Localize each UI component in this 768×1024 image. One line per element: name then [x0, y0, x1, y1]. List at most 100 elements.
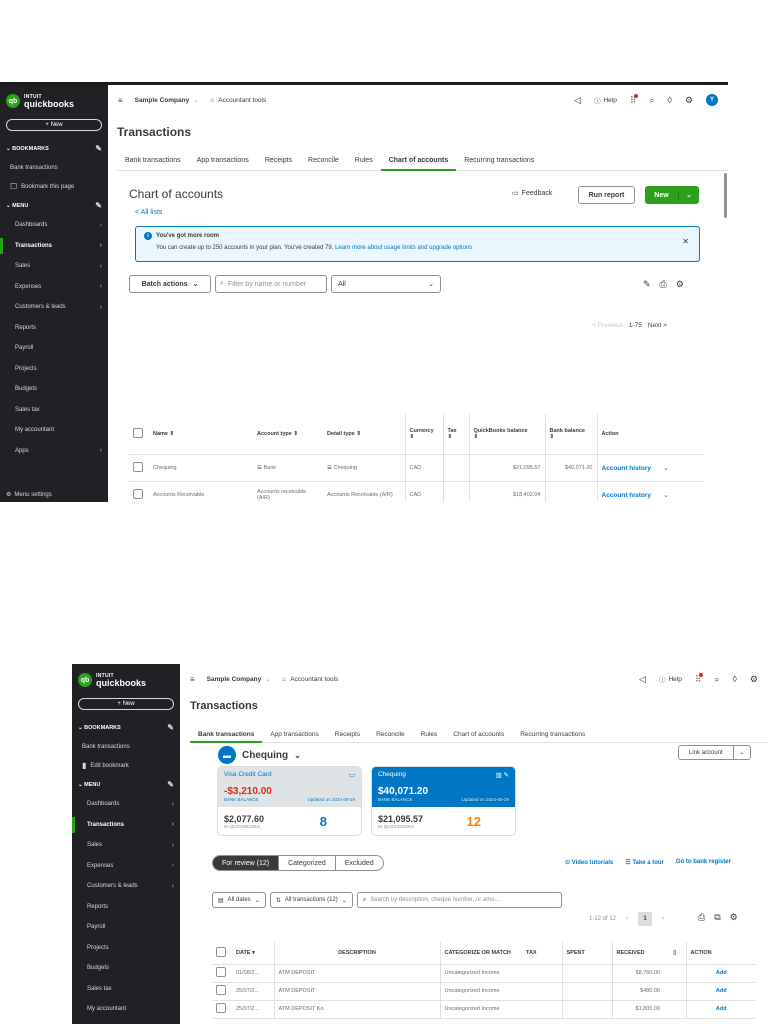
accountant-tools-button[interactable]: ⌂ Accountant tools [282, 676, 338, 683]
tab-chart-of-accounts[interactable]: Chart of accounts [445, 727, 512, 742]
help-button[interactable]: ⓘ Help [659, 674, 682, 685]
sidebar-item-transactions[interactable]: Transactions › [72, 815, 180, 836]
sidebar-item-reports[interactable]: Reports [0, 318, 108, 339]
transaction-filter[interactable]: ⇅ All transactions (12) ⌄ [269, 892, 353, 908]
sidebar-item-transactions[interactable]: Transactions › [0, 236, 108, 257]
sidebar-item-budgets[interactable]: Budgets [72, 958, 180, 979]
take-a-tour-link[interactable]: ☰ Take a tour [625, 859, 664, 866]
sidebar-item-my-accountant[interactable]: My accountant [0, 420, 108, 441]
column-header[interactable]: DATE ▾ [232, 942, 274, 965]
add-button[interactable]: Add [716, 1006, 727, 1012]
sidebar-item-budgets[interactable]: Budgets [0, 379, 108, 400]
column-header[interactable]: Tax ⇕ [442, 414, 469, 455]
bookmark-bank-transactions[interactable]: Bank transactions [0, 158, 108, 177]
tab-recurring-transactions[interactable]: Recurring transactions [456, 153, 542, 170]
sidebar-item-sales[interactable]: Sales › [0, 256, 108, 277]
column-header[interactable]: Bank balance ⇕ [544, 414, 597, 455]
tab-reconcile[interactable]: Reconcile [300, 153, 347, 170]
tab-rules[interactable]: Rules [413, 727, 446, 742]
account-card-chequing[interactable]: Chequing ▥ ✎ $40,071.20 BANK BALANCE Updat… [372, 767, 515, 835]
close-icon[interactable]: ✕ [682, 237, 689, 246]
edit-pencil-icon[interactable]: ✎ [167, 780, 174, 789]
next-page-button[interactable]: Next > [648, 322, 667, 329]
table-row[interactable]: 25/07/2... ATM DEPOSIT Uncategorized Incom… [212, 982, 756, 1001]
category-select[interactable]: Uncategorized Income [439, 982, 522, 1001]
column-header[interactable]: Account type ⇕ [253, 414, 323, 455]
new-button[interactable]: + New [6, 119, 102, 131]
feedback-button[interactable]: ▭ Feedback [512, 189, 552, 198]
select-all-checkbox[interactable] [216, 946, 226, 957]
menu-toggle-icon[interactable]: ≡ [118, 96, 123, 105]
help-button[interactable]: ⓘ Help [594, 95, 617, 106]
search-icon[interactable]: ⌕ [714, 674, 719, 685]
menu-header[interactable]: ⌄ MENU ✎ [0, 196, 108, 215]
column-header[interactable]: QuickBooks balance ⇕ [468, 414, 545, 455]
row-checkbox[interactable] [216, 1003, 226, 1013]
row-checkbox[interactable] [216, 967, 226, 977]
all-lists-link[interactable]: < All lists [135, 209, 162, 216]
edit-pencil-icon[interactable]: ✎ [95, 201, 102, 210]
account-history-link[interactable]: Account history [602, 492, 651, 499]
megaphone-icon[interactable]: ◁ [574, 95, 581, 106]
tab-app-transactions[interactable]: App transactions [189, 153, 257, 170]
type-filter-select[interactable]: All ⌄ [331, 275, 441, 293]
edit-pencil-icon[interactable]: ✎ [643, 279, 651, 290]
filter-input[interactable]: ⌕ Filter by name or number [215, 275, 327, 293]
megaphone-icon[interactable]: ◁ [639, 674, 646, 685]
chevron-down-icon[interactable]: ⌄ [679, 191, 699, 199]
row-checkbox[interactable] [133, 489, 143, 500]
tab-bank-transactions[interactable]: Bank transactions [117, 153, 189, 170]
new-button[interactable]: + New [78, 698, 174, 710]
category-select[interactable]: Uncategorized Income [439, 964, 522, 983]
sidebar-item-payroll[interactable]: Payroll [0, 338, 108, 359]
tab-app-transactions[interactable]: App transactions [262, 727, 326, 742]
sidebar-item-projects[interactable]: Projects [72, 938, 180, 959]
tab-receipts[interactable]: Receipts [327, 727, 368, 742]
tab-bank-transactions[interactable]: Bank transactions [190, 727, 263, 743]
column-header[interactable]: Detail type ⇕ [323, 414, 405, 455]
account-name[interactable]: Accounts Receivable [149, 481, 253, 502]
account-card-visa[interactable]: Visa Credit Card ▭ -$3,210.00 BANK BALANC… [218, 767, 361, 835]
sidebar-item-expenses[interactable]: Expenses › [72, 856, 180, 877]
apps-grid-icon[interactable]: ⠿ [695, 672, 703, 685]
select-all-checkbox[interactable] [133, 427, 143, 438]
usage-limits-link[interactable]: Learn more about usage limits and upgrad… [335, 245, 472, 251]
transaction-tax[interactable] [522, 964, 562, 983]
quickbooks-logo[interactable]: qb INTUIT quickbooks [72, 664, 180, 694]
tab-reconcile[interactable]: Reconcile [368, 727, 413, 742]
account-history-link[interactable]: Account history [602, 465, 651, 472]
bell-icon[interactable]: ◊ [667, 95, 671, 105]
sidebar-item-customers-leads[interactable]: Customers & leads › [0, 297, 108, 318]
column-header[interactable]: Currency ⇕ [404, 414, 443, 455]
avatar[interactable]: Y [706, 94, 718, 106]
tab-categorized[interactable]: Categorized [279, 856, 336, 870]
tab-receipts[interactable]: Receipts [257, 153, 300, 170]
row-checkbox[interactable] [133, 461, 143, 472]
scrollbar[interactable] [724, 173, 727, 218]
edit-bookmark[interactable]: ▮ Edit bookmark [72, 756, 180, 775]
accountant-tools-button[interactable]: ⌂ Accountant tools [210, 97, 266, 104]
sidebar-item-sales-tax[interactable]: Sales tax [72, 979, 180, 1000]
sidebar-item-payroll[interactable]: Payroll [72, 917, 180, 938]
search-input[interactable]: ⌕ Search by description, cheque number, o… [356, 892, 562, 908]
sidebar-item-projects[interactable]: Projects [0, 359, 108, 380]
category-select[interactable]: Uncategorized Income [439, 1000, 522, 1019]
edit-pencil-icon[interactable]: ✎ [167, 723, 174, 732]
account-selector[interactable]: ▬ Chequing ⌄ [218, 746, 301, 764]
previous-page-button[interactable]: < Previous [592, 322, 623, 329]
menu-toggle-icon[interactable]: ≡ [190, 675, 195, 684]
sidebar-item-expenses[interactable]: Expenses › [0, 277, 108, 298]
sidebar-item-reports[interactable]: Reports [72, 897, 180, 918]
tab-excluded[interactable]: Excluded [336, 856, 383, 870]
current-page[interactable]: 1 [638, 912, 653, 926]
company-selector[interactable]: Sample Company [135, 97, 190, 104]
print-icon[interactable]: ⎙ [660, 279, 667, 290]
transaction-tax[interactable] [522, 982, 562, 1001]
sidebar-item-dashboards[interactable]: Dashboards › [72, 794, 180, 815]
sidebar-item-sales-tax[interactable]: Sales tax [0, 400, 108, 421]
column-header[interactable]: Name ⇕ [149, 414, 253, 455]
sidebar-item-apps[interactable]: Apps› [0, 441, 108, 462]
sidebar-item-apps[interactable]: Apps› [72, 1020, 180, 1024]
gear-icon[interactable]: ⚙ [685, 95, 693, 106]
gear-icon[interactable]: ⚙ [676, 279, 684, 290]
